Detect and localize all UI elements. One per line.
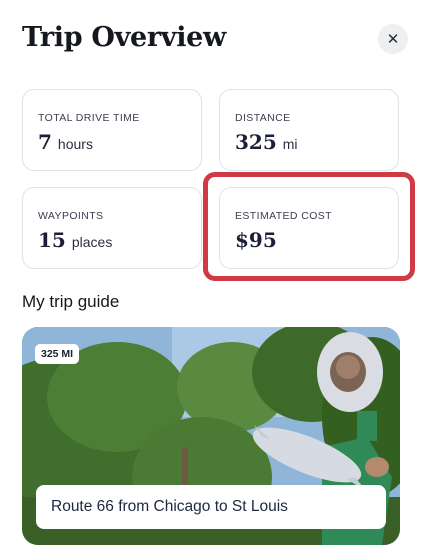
page-title: Trip Overview	[22, 22, 226, 53]
stat-label: DISTANCE	[235, 112, 291, 124]
stat-card-waypoints: WAYPOINTS 15 places	[22, 187, 202, 269]
distance-badge: 325 MI	[35, 344, 80, 364]
stat-unit: mi	[282, 136, 298, 152]
highlight-outline	[203, 172, 415, 281]
stat-value: 325	[235, 130, 277, 154]
trip-guide-card[interactable]: 325 MI Route 66 from Chicago to St Louis	[22, 327, 400, 545]
stat-unit: places	[71, 234, 113, 250]
stat-label: TOTAL DRIVE TIME	[38, 112, 140, 124]
close-button[interactable]: ✕	[378, 24, 408, 54]
stat-unit: hours	[57, 136, 93, 152]
section-heading: My trip guide	[22, 292, 120, 311]
route-title: Route 66 from Chicago to St Louis	[36, 485, 386, 529]
stat-value: 7	[38, 130, 52, 154]
stat-value: 15	[38, 228, 66, 252]
stat-card-drive-time: TOTAL DRIVE TIME 7 hours	[22, 89, 202, 171]
stat-card-distance: DISTANCE 325 mi	[219, 89, 399, 171]
stat-label: WAYPOINTS	[38, 210, 104, 222]
close-icon: ✕	[386, 30, 400, 48]
